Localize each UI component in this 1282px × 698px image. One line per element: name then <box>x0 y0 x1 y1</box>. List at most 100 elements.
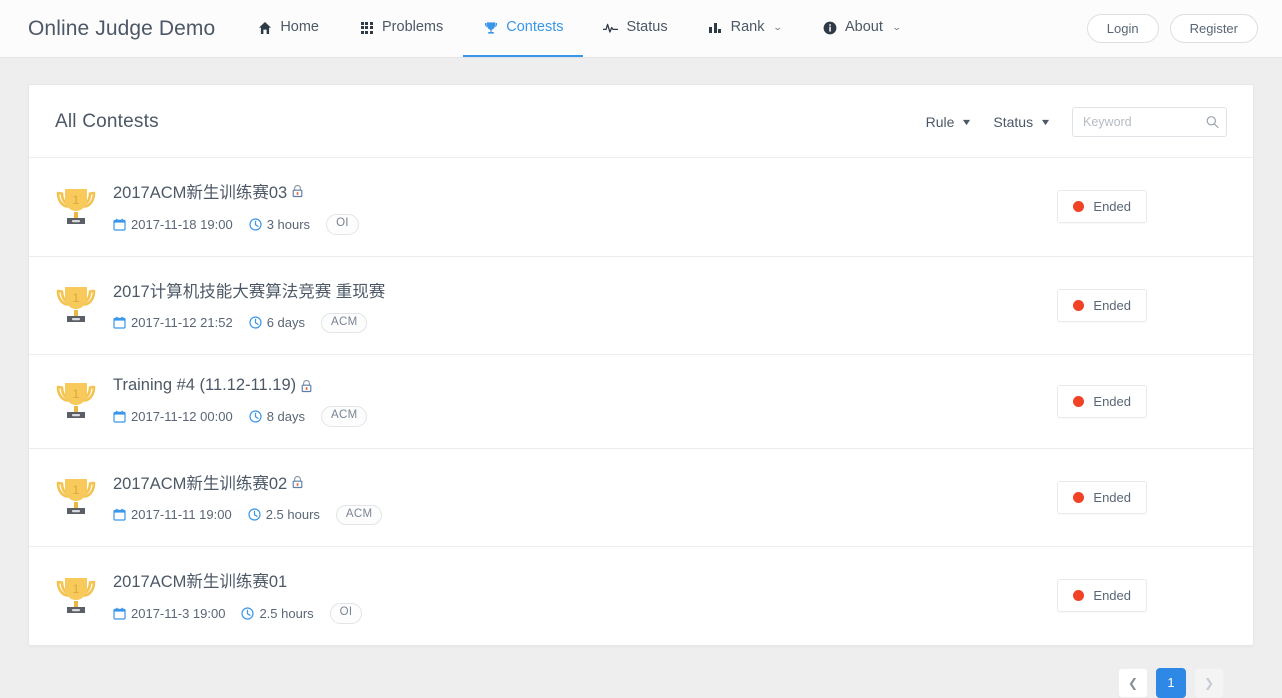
nav-label: Home <box>280 19 319 36</box>
svg-text:1: 1 <box>73 193 80 207</box>
duration-text: 6 days <box>266 315 305 331</box>
nav-label: Problems <box>382 19 444 36</box>
clock-icon <box>241 607 255 620</box>
trophy-icon: 1 <box>55 574 97 618</box>
svg-text:1: 1 <box>73 582 80 596</box>
contest-title: 2017ACM新生训练赛01 <box>113 573 288 591</box>
contest-title-link[interactable]: 2017ACM新生训练赛03 <box>113 179 359 203</box>
contest-start-time: 2017-11-12 21:52 <box>113 315 233 330</box>
contest-meta: 2017-11-3 19:00 2.5 hours OI <box>113 603 363 624</box>
trophy-icon: 1 <box>55 185 97 229</box>
contest-title: 2017ACM新生训练赛02 <box>113 474 288 493</box>
contest-row-main: 1 2017计算机技能大赛算法竞赛 重现赛 2017-11-12 21:52 6… <box>55 278 1057 333</box>
contest-rule-tag: OI <box>326 214 359 235</box>
trophy-icon <box>483 20 498 35</box>
nav-item-contests[interactable]: Contests <box>463 0 584 57</box>
login-button[interactable]: Login <box>1086 14 1159 43</box>
register-button[interactable]: Register <box>1169 14 1258 43</box>
contest-duration: 8 days <box>249 409 305 424</box>
contest-title-link[interactable]: 2017计算机技能大赛算法竞赛 重现赛 <box>113 278 385 302</box>
start-time-text: 2017-11-3 19:00 <box>131 605 226 621</box>
contest-row[interactable]: 1 Training #4 (11.12-11.19) 2017-11-12 0… <box>29 354 1253 448</box>
contest-title-link[interactable]: 2017ACM新生训练赛02 <box>113 470 382 494</box>
contest-title-link[interactable]: Training #4 (11.12-11.19) <box>113 376 367 395</box>
status-filter-label: Status <box>993 114 1034 130</box>
contest-duration: 2.5 hours <box>248 507 320 522</box>
status-dot-icon <box>1073 491 1085 503</box>
status-dot-icon <box>1073 299 1085 311</box>
contest-row[interactable]: 1 2017ACM新生训练赛03 2017-11-18 19:00 3 hour… <box>29 157 1253 256</box>
trophy-icon: 1 <box>55 475 97 519</box>
contest-meta: 2017-11-11 19:00 2.5 hours ACM <box>113 504 383 525</box>
lock-icon <box>291 184 304 198</box>
start-time-text: 2017-11-11 19:00 <box>131 507 232 523</box>
chevron-left-icon: ❮ <box>1127 675 1139 690</box>
brand-logo[interactable]: Online Judge Demo <box>0 0 237 57</box>
contest-title-link[interactable]: 2017ACM新生训练赛01 <box>113 568 362 592</box>
status-dot-icon <box>1073 201 1085 213</box>
contest-meta: 2017-11-18 19:00 3 hours OI <box>113 214 359 235</box>
home-icon <box>257 20 272 35</box>
status-label: Ended <box>1093 297 1131 313</box>
contest-meta: 2017-11-12 00:00 8 days ACM <box>113 406 368 427</box>
top-navbar: Online Judge Demo Home Problems Contests <box>0 0 1282 58</box>
filter-bar: Rule ▼ Status ▼ <box>926 107 1227 137</box>
contest-start-time: 2017-11-3 19:00 <box>113 606 225 621</box>
nav-label: Rank <box>730 19 765 36</box>
contest-title: 2017ACM新生训练赛03 <box>113 184 288 202</box>
status-badge: Ended <box>1057 288 1147 322</box>
contest-title: Training #4 (11.12-11.19) <box>113 376 297 394</box>
pagination-prev-button[interactable]: ❮ <box>1118 667 1148 698</box>
nav-item-rank[interactable]: Rank ⌄ <box>688 0 802 57</box>
clock-icon <box>249 410 262 423</box>
lock-icon <box>291 475 304 489</box>
status-label: Ended <box>1093 489 1131 505</box>
clock-icon <box>249 218 262 231</box>
page-content: All Contests Rule ▼ Status ▼ Keyword 1 2… <box>0 58 1282 698</box>
contest-info: 2017计算机技能大赛算法竞赛 重现赛 2017-11-12 21:52 6 d… <box>113 278 385 333</box>
chevron-down-icon: ⌄ <box>891 22 902 32</box>
contest-info: Training #4 (11.12-11.19) 2017-11-12 00:… <box>113 376 368 427</box>
pagination: ❮ 1 ❯ <box>28 646 1254 698</box>
nav-item-home[interactable]: Home <box>237 0 339 57</box>
trophy-icon: 1 <box>55 283 97 327</box>
auth-buttons: Login Register <box>1086 0 1258 57</box>
svg-text:1: 1 <box>73 387 80 401</box>
start-time-text: 2017-11-18 19:00 <box>131 216 233 232</box>
calendar-icon <box>113 218 126 231</box>
rule-filter-dropdown[interactable]: Rule ▼ <box>925 114 973 130</box>
nav-item-status[interactable]: Status <box>583 0 687 57</box>
status-filter-dropdown[interactable]: Status ▼ <box>993 114 1051 130</box>
lock-icon <box>300 379 313 393</box>
status-badge: Ended <box>1057 480 1147 514</box>
search-box <box>1072 107 1227 137</box>
pagination-page-1[interactable]: 1 <box>1156 667 1186 698</box>
contest-meta: 2017-11-12 21:52 6 days ACM <box>113 312 385 333</box>
contest-info: 2017ACM新生训练赛01 2017-11-3 19:00 2.5 hours… <box>113 568 363 624</box>
card-header: All Contests Rule ▼ Status ▼ <box>29 85 1253 157</box>
contest-row[interactable]: 1 2017计算机技能大赛算法竞赛 重现赛 2017-11-12 21:52 6… <box>29 255 1253 355</box>
search-input[interactable] <box>1072 107 1227 137</box>
contest-rule-tag: ACM <box>335 504 383 525</box>
pagination-next-button[interactable]: ❯ <box>1194 667 1224 698</box>
duration-text: 3 hours <box>266 216 311 232</box>
contest-row[interactable]: 1 2017ACM新生训练赛01 2017-11-3 19:00 2.5 hou… <box>29 546 1253 645</box>
status-label: Ended <box>1093 393 1131 409</box>
clock-icon <box>249 316 262 329</box>
nav-item-about[interactable]: About ⌄ <box>802 0 920 57</box>
status-badge: Ended <box>1057 579 1147 613</box>
calendar-icon <box>113 316 126 329</box>
nav-label: About <box>845 19 883 36</box>
nav-item-problems[interactable]: Problems <box>339 0 463 57</box>
contest-info: 2017ACM新生训练赛03 2017-11-18 19:00 3 hours <box>113 179 359 235</box>
contest-row[interactable]: 1 2017ACM新生训练赛02 2017-11-11 19:00 2.5 ho… <box>29 447 1253 547</box>
rule-filter-label: Rule <box>925 114 955 130</box>
status-dot-icon <box>1073 590 1085 602</box>
start-time-text: 2017-11-12 00:00 <box>131 408 233 424</box>
contest-duration: 3 hours <box>249 217 310 232</box>
contests-card: All Contests Rule ▼ Status ▼ Keyword 1 2… <box>28 84 1254 646</box>
page-title: All Contests <box>55 111 159 132</box>
contest-row-main: 1 2017ACM新生训练赛01 2017-11-3 19:00 2.5 hou… <box>55 568 1057 624</box>
contest-start-time: 2017-11-12 00:00 <box>113 409 233 424</box>
contest-title: 2017计算机技能大赛算法竞赛 重现赛 <box>113 282 386 301</box>
